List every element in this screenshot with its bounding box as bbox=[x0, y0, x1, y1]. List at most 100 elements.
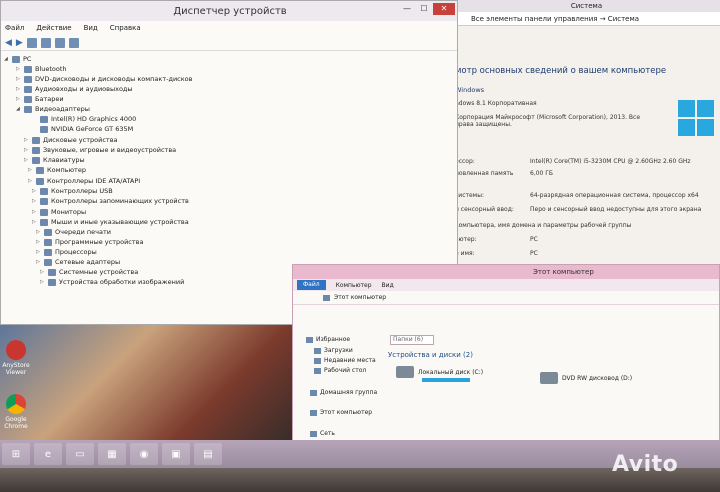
folders-group[interactable]: Папки (6) bbox=[390, 335, 434, 345]
monitor-icon[interactable] bbox=[68, 37, 79, 48]
title-bar[interactable]: Диспетчер устройств — ☐ ✕ bbox=[1, 1, 457, 21]
show-hidden-icon[interactable] bbox=[54, 37, 65, 48]
minimize-button[interactable]: — bbox=[399, 3, 415, 15]
back-icon[interactable]: ◀ bbox=[5, 38, 12, 48]
spec-value: Перо и сенсорный ввод недоступны для это… bbox=[530, 206, 702, 213]
desktop-icon-anystore[interactable]: AnyStore Viewer bbox=[2, 340, 30, 376]
tree-item[interactable]: ▷ Звуковые, игровые и видеоустройства bbox=[24, 146, 176, 154]
desktop-icon bbox=[314, 367, 321, 374]
tree-item[interactable]: ▷ Контроллеры IDE ATA/ATAPI bbox=[28, 177, 140, 185]
hard-drive-icon bbox=[396, 366, 414, 378]
nav-homegroup[interactable]: Домашняя группа bbox=[310, 389, 377, 396]
tab-computer[interactable]: Компьютер bbox=[336, 282, 372, 289]
tree-item[interactable]: ▷ Аудиовходы и аудиовыходы bbox=[16, 85, 133, 93]
drive-d[interactable]: DVD RW дисковод (D:) bbox=[540, 372, 632, 384]
copyright-text: Корпорация Майкрософт (Microsoft Corpora… bbox=[455, 114, 641, 128]
chrome-icon[interactable]: ◉ bbox=[130, 443, 158, 465]
menu-view[interactable]: Вид bbox=[84, 24, 98, 32]
menu-help[interactable]: Справка bbox=[110, 24, 141, 32]
tree-item[interactable]: ▷ Дисковые устройства bbox=[24, 136, 118, 144]
forward-icon[interactable]: ▶ bbox=[16, 38, 23, 48]
tree-item[interactable]: ▷ Батареи bbox=[16, 95, 64, 103]
system-device-icon bbox=[48, 268, 56, 276]
tree-item[interactable]: ▷ Контроллеры USB bbox=[32, 187, 113, 195]
nav-this-pc[interactable]: Этот компьютер bbox=[310, 409, 372, 416]
tree-item[interactable]: ▷ Устройства обработки изображений bbox=[40, 278, 184, 286]
tree-item[interactable]: ◢ Видеоадаптеры bbox=[16, 105, 90, 113]
audio-icon bbox=[24, 85, 32, 93]
homegroup-icon bbox=[310, 389, 317, 396]
store-icon[interactable]: ▦ bbox=[98, 443, 126, 465]
ie-icon[interactable]: e bbox=[34, 443, 62, 465]
system-icon[interactable]: ▤ bbox=[194, 443, 222, 465]
tree-item[interactable]: NVIDIA GeForce GT 635M bbox=[40, 125, 133, 133]
tab-file[interactable]: Файл bbox=[297, 280, 326, 290]
maximize-button[interactable]: ☐ bbox=[416, 3, 432, 15]
menu-action[interactable]: Действие bbox=[36, 24, 71, 32]
menu-bar: Файл Действие Вид Справка bbox=[1, 21, 457, 35]
address-bar[interactable]: Все элементы панели управления → Система bbox=[453, 12, 720, 26]
explorer-window: Этот компьютер Файл Компьютер Вид Этот к… bbox=[292, 264, 720, 446]
tree-item[interactable]: ▷ Контроллеры запоминающих устройств bbox=[32, 197, 189, 205]
address-bar[interactable]: Этот компьютер bbox=[293, 291, 719, 305]
dvd-drive-icon bbox=[540, 372, 558, 384]
address-text: Этот компьютер bbox=[334, 294, 387, 301]
network-icon bbox=[310, 430, 317, 437]
tree-item[interactable]: ▷ Очереди печати bbox=[36, 228, 111, 236]
bluetooth-icon bbox=[24, 65, 32, 73]
tree-item[interactable]: ▷ Программные устройства bbox=[36, 238, 143, 246]
keyboard-icon bbox=[32, 156, 40, 164]
battery-icon bbox=[24, 95, 32, 103]
desktop-icon-label: AnyStore Viewer bbox=[2, 362, 30, 376]
nav-recent[interactable]: Недавние места bbox=[314, 357, 376, 364]
system-window: Система Все элементы панели управления →… bbox=[452, 0, 720, 300]
drive-c[interactable]: Локальный диск (C:) bbox=[396, 366, 483, 378]
network-adapter-icon bbox=[44, 258, 52, 266]
computer-icon bbox=[36, 166, 44, 174]
tree-item[interactable]: ▷ Сетевые адаптеры bbox=[36, 258, 120, 266]
monitor-icon bbox=[40, 208, 48, 216]
nav-desktop[interactable]: Рабочий стол bbox=[314, 367, 366, 374]
properties-icon[interactable] bbox=[26, 37, 37, 48]
ide-controller-icon bbox=[36, 177, 44, 185]
spec-label: системы: bbox=[455, 192, 484, 199]
software-device-icon bbox=[44, 238, 52, 246]
spec-label: новленная память bbox=[455, 170, 514, 177]
watermark: Avito bbox=[612, 452, 679, 477]
desktop-icon-label: Google Chrome bbox=[4, 416, 28, 430]
explorer-icon[interactable]: ▭ bbox=[66, 443, 94, 465]
menu-file[interactable]: Файл bbox=[5, 24, 24, 32]
tree-item[interactable]: Intel(R) HD Graphics 4000 bbox=[40, 115, 136, 123]
computer-icon bbox=[12, 55, 20, 63]
start-button[interactable]: ⊞ bbox=[2, 443, 30, 465]
nav-network[interactable]: Сеть bbox=[310, 430, 335, 437]
tree-item[interactable]: ▷ Мыши и иные указывающие устройства bbox=[32, 218, 189, 226]
spec-section: компьютера, имя домена и параметры рабоч… bbox=[455, 222, 632, 229]
spec-label: ьютер: bbox=[455, 236, 477, 243]
tree-item[interactable]: ▷ Компьютер bbox=[28, 166, 86, 174]
toolbar: ◀ ▶ bbox=[1, 35, 457, 51]
sound-icon bbox=[32, 146, 40, 154]
recent-icon bbox=[314, 357, 321, 364]
desktop-icon-chrome[interactable]: Google Chrome bbox=[2, 394, 30, 430]
camera-icon bbox=[48, 278, 56, 286]
download-icon bbox=[314, 347, 321, 354]
nav-downloads[interactable]: Загрузки bbox=[314, 347, 353, 354]
device-manager-icon[interactable]: ▣ bbox=[162, 443, 190, 465]
tab-view[interactable]: Вид bbox=[382, 282, 394, 289]
edition-header: Windows bbox=[455, 86, 485, 94]
title-bar[interactable]: Этот компьютер bbox=[293, 265, 719, 279]
tree-item[interactable]: ▷ Клавиатуры bbox=[24, 156, 85, 164]
help-icon[interactable] bbox=[40, 37, 51, 48]
tree-item[interactable]: ▷ Bluetooth bbox=[16, 65, 67, 73]
nav-favorites[interactable]: Избранное bbox=[306, 336, 350, 343]
display-adapter-icon bbox=[40, 125, 48, 133]
devices-group-header[interactable]: Устройства и диски (2) bbox=[388, 351, 473, 359]
tree-item[interactable]: ▷ DVD-дисководы и дисководы компакт-диско… bbox=[16, 75, 193, 83]
storage-controller-icon bbox=[40, 197, 48, 205]
tree-item[interactable]: ◢ PC bbox=[4, 55, 31, 63]
tree-item[interactable]: ▷ Процессоры bbox=[36, 248, 97, 256]
close-button[interactable]: ✕ bbox=[433, 3, 455, 15]
tree-item[interactable]: ▷ Системные устройства bbox=[40, 268, 138, 276]
tree-item[interactable]: ▷ Мониторы bbox=[32, 208, 86, 216]
